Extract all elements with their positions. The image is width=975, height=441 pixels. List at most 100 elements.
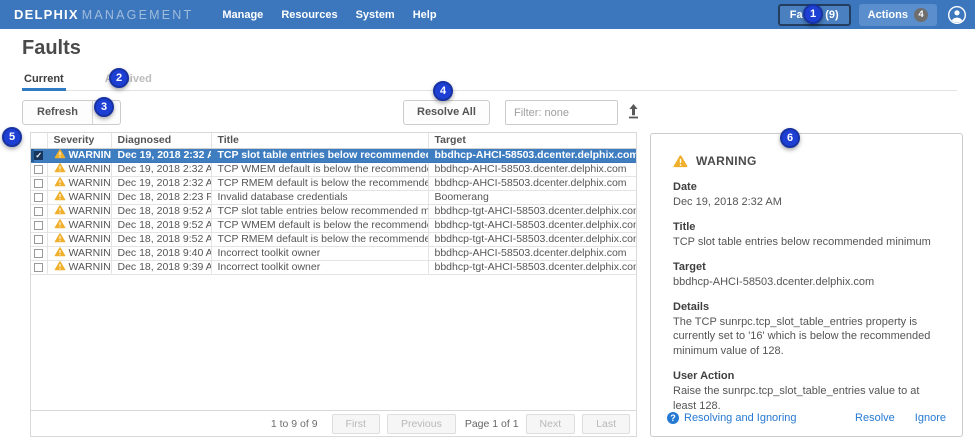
row-title: TCP WMEM default is below the recommende… <box>211 162 428 176</box>
row-checkbox[interactable] <box>34 235 43 244</box>
row-target: bbdhcp-tgt-AHCI-58503.dcenter.delphix.co… <box>428 204 636 218</box>
fault-detail-panel: WARNING DateDec 19, 2018 2:32 AM TitleTCP… <box>650 133 963 437</box>
refresh-button[interactable]: Refresh <box>23 101 93 124</box>
actions-button-label: Actions <box>868 9 908 21</box>
header-diagnosed[interactable]: Diagnosed <box>111 133 211 148</box>
ignore-link[interactable]: Ignore <box>915 412 946 424</box>
row-checkbox[interactable] <box>34 249 43 258</box>
main-nav: Manage Resources System Help <box>213 9 445 21</box>
row-checkbox[interactable] <box>34 221 43 230</box>
row-title: TCP RMEM default is below the recommende… <box>211 232 428 246</box>
header-severity[interactable]: Severity <box>47 133 111 148</box>
detail-section-value: bbdhcp-AHCI-58503.dcenter.delphix.com <box>673 275 940 290</box>
detail-section-label: Details <box>673 301 940 313</box>
header-checkbox-column <box>31 133 47 148</box>
table-row[interactable]: WARNINGDec 18, 2018 2:23 PMInvalid datab… <box>31 190 636 204</box>
header-title[interactable]: Title <box>211 133 428 148</box>
detail-section: DetailsThe TCP sunrpc.tcp_slot_table_ent… <box>673 301 940 360</box>
actions-button[interactable]: Actions 4 <box>859 4 937 26</box>
callout-4: 4 <box>433 81 453 101</box>
row-severity: WARNING <box>47 246 111 260</box>
row-severity: WARNING <box>47 190 111 204</box>
faults-screen: DELPHIXMANAGEMENT Manage Resources Syste… <box>0 0 975 441</box>
detail-section: User ActionRaise the sunrpc.tcp_slot_tab… <box>673 370 940 414</box>
pagination-first-button[interactable]: First <box>332 414 380 434</box>
fault-severity-label: WARNING <box>696 154 757 168</box>
row-select-cell <box>31 162 47 176</box>
table-row[interactable]: WARNINGDec 18, 2018 9:52 AMTCP WMEM defa… <box>31 218 636 232</box>
fault-table-body: ✓WARNINGDec 19, 2018 2:32 AMTCP slot tab… <box>31 148 636 274</box>
warning-icon <box>54 205 66 215</box>
fault-tabs: Current Archived <box>22 73 957 91</box>
row-target: bbdhcp-AHCI-58503.dcenter.delphix.com <box>428 246 636 260</box>
row-title: TCP RMEM default is below the recommende… <box>211 176 428 190</box>
nav-help[interactable]: Help <box>404 9 446 21</box>
row-select-cell <box>31 218 47 232</box>
row-diagnosed: Dec 19, 2018 2:32 AM <box>111 176 211 190</box>
pagination-range: 1 to 9 of 9 <box>271 418 318 430</box>
resolve-all-button[interactable]: Resolve All <box>403 100 490 125</box>
top-navigation-bar: DELPHIXMANAGEMENT Manage Resources Syste… <box>0 0 975 29</box>
logo-primary: DELPHIX <box>14 7 79 22</box>
detail-section-label: Target <box>673 261 940 273</box>
table-row[interactable]: WARNINGDec 18, 2018 9:52 AMTCP RMEM defa… <box>31 232 636 246</box>
detail-section: TitleTCP slot table entries below recomm… <box>673 221 940 250</box>
row-checkbox[interactable]: ✓ <box>34 151 43 160</box>
nav-manage[interactable]: Manage <box>213 9 272 21</box>
row-severity: WARNING <box>47 176 111 190</box>
row-checkbox[interactable] <box>34 179 43 188</box>
row-severity: WARNING <box>47 260 111 274</box>
pagination-next-button[interactable]: Next <box>526 414 576 434</box>
row-target: Boomerang <box>428 190 636 204</box>
header-target[interactable]: Target <box>428 133 636 148</box>
table-row[interactable]: WARNINGDec 18, 2018 9:52 AMTCP slot tabl… <box>31 204 636 218</box>
row-severity: WARNING <box>47 162 111 176</box>
row-severity: WARNING <box>47 232 111 246</box>
nav-resources[interactable]: Resources <box>272 9 346 21</box>
table-row[interactable]: ✓WARNINGDec 19, 2018 2:32 AMTCP slot tab… <box>31 148 636 162</box>
tab-current[interactable]: Current <box>22 73 66 90</box>
export-button[interactable] <box>625 102 641 121</box>
warning-icon <box>54 177 66 187</box>
warning-icon <box>54 219 66 229</box>
user-profile-icon[interactable] <box>947 5 967 25</box>
callout-6: 6 <box>780 128 800 148</box>
fault-severity-heading: WARNING <box>673 154 962 168</box>
row-diagnosed: Dec 19, 2018 2:32 AM <box>111 148 211 162</box>
table-row[interactable]: WARNINGDec 18, 2018 9:40 AMIncorrect too… <box>31 246 636 260</box>
faults-table: Severity Diagnosed Title Target ✓WARNING… <box>31 133 636 275</box>
help-link-label: Resolving and Ignoring <box>684 412 797 424</box>
row-title: TCP WMEM default is below the recommende… <box>211 218 428 232</box>
logo-secondary: MANAGEMENT <box>82 8 194 22</box>
row-checkbox[interactable] <box>34 207 43 216</box>
row-checkbox[interactable] <box>34 165 43 174</box>
filter-input[interactable] <box>505 100 618 125</box>
detail-section: DateDec 19, 2018 2:32 AM <box>673 181 940 210</box>
callout-2: 2 <box>109 68 129 88</box>
row-severity: WARNING <box>47 204 111 218</box>
row-title: TCP slot table entries below recommended… <box>211 204 428 218</box>
upload-arrow-icon <box>626 102 641 120</box>
resolving-ignoring-help-link[interactable]: ? Resolving and Ignoring <box>667 412 797 424</box>
row-target: bbdhcp-tgt-AHCI-58503.dcenter.delphix.co… <box>428 232 636 246</box>
table-row[interactable]: WARNINGDec 19, 2018 2:32 AMTCP RMEM defa… <box>31 176 636 190</box>
row-target: bbdhcp-tgt-AHCI-58503.dcenter.delphix.co… <box>428 218 636 232</box>
resolve-link[interactable]: Resolve <box>855 412 895 424</box>
table-row[interactable]: WARNINGDec 18, 2018 9:39 AMIncorrect too… <box>31 260 636 274</box>
nav-system[interactable]: System <box>347 9 404 21</box>
row-target: bbdhcp-tgt-AHCI-58503.dcenter.delphix.co… <box>428 260 636 274</box>
row-checkbox[interactable] <box>34 193 43 202</box>
fault-detail-sections: DateDec 19, 2018 2:32 AM TitleTCP slot ta… <box>673 181 940 414</box>
row-select-cell <box>31 176 47 190</box>
pagination-page-label: Page 1 of 1 <box>465 418 519 430</box>
row-diagnosed: Dec 18, 2018 9:39 AM <box>111 260 211 274</box>
pagination-previous-button[interactable]: Previous <box>387 414 456 434</box>
row-diagnosed: Dec 18, 2018 9:40 AM <box>111 246 211 260</box>
pagination-last-button[interactable]: Last <box>582 414 630 434</box>
row-diagnosed: Dec 18, 2018 9:52 AM <box>111 232 211 246</box>
row-select-cell <box>31 190 47 204</box>
table-row[interactable]: WARNINGDec 19, 2018 2:32 AMTCP WMEM defa… <box>31 162 636 176</box>
row-checkbox[interactable] <box>34 263 43 272</box>
warning-icon <box>54 233 66 243</box>
warning-icon <box>673 155 688 168</box>
